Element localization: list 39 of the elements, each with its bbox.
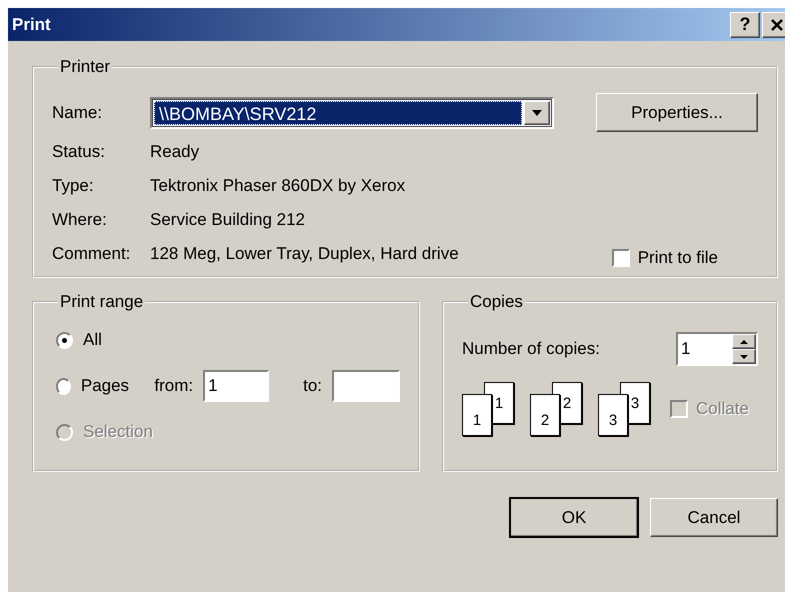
group-title: Printer	[59, 57, 112, 77]
info-label: Type:	[52, 176, 95, 196]
info-label: Status:	[52, 142, 106, 162]
field-label: Number of copies:	[462, 339, 600, 359]
help-button[interactable]: ?	[730, 12, 760, 38]
window-title: Print	[12, 14, 52, 34]
from-page-field[interactable]: 1	[203, 370, 270, 402]
field-label: Name:	[52, 102, 104, 122]
radio-button[interactable]	[56, 332, 73, 348]
radio-button[interactable]	[56, 378, 71, 394]
info-label: Comment:	[52, 244, 132, 264]
to-page-field[interactable]	[332, 370, 400, 402]
spin-down-icon[interactable]	[732, 349, 756, 364]
field-label: from:	[154, 376, 194, 396]
page-icon: 1	[462, 394, 492, 436]
dialog-button[interactable]: Cancel	[650, 498, 778, 537]
info-label: Where:	[52, 210, 108, 230]
info-value: 128 Meg, Lower Tray, Duplex, Hard drive	[150, 244, 460, 264]
close-icon	[770, 18, 784, 30]
checkbox-label: Collate	[696, 399, 749, 419]
info-value: Service Building 212	[150, 210, 306, 230]
copies-spinner[interactable]: 1	[676, 332, 758, 366]
info-value: Tektronix Phaser 860DX by Xerox	[150, 176, 406, 196]
page-icon: 3	[598, 394, 628, 436]
checkbox-label: Print to file	[638, 248, 718, 268]
close-button[interactable]	[762, 12, 785, 38]
printer-dropdown[interactable]: \\BOMBAY\SRV212	[150, 96, 554, 128]
page-icon: 2	[530, 394, 560, 436]
properties-button[interactable]: Properties...	[596, 93, 758, 132]
info-value: Ready	[150, 142, 200, 162]
group-title: Copies	[469, 292, 524, 312]
radio-label: All	[83, 330, 102, 350]
spin-up-icon[interactable]	[732, 334, 756, 349]
field-label: to:	[303, 376, 322, 396]
radio-label: Selection	[83, 422, 153, 442]
checkbox[interactable]	[612, 249, 630, 267]
dialog-button[interactable]: OK	[510, 498, 638, 537]
group-title: Print range	[59, 292, 144, 312]
radio-label: Pages	[80, 376, 130, 396]
